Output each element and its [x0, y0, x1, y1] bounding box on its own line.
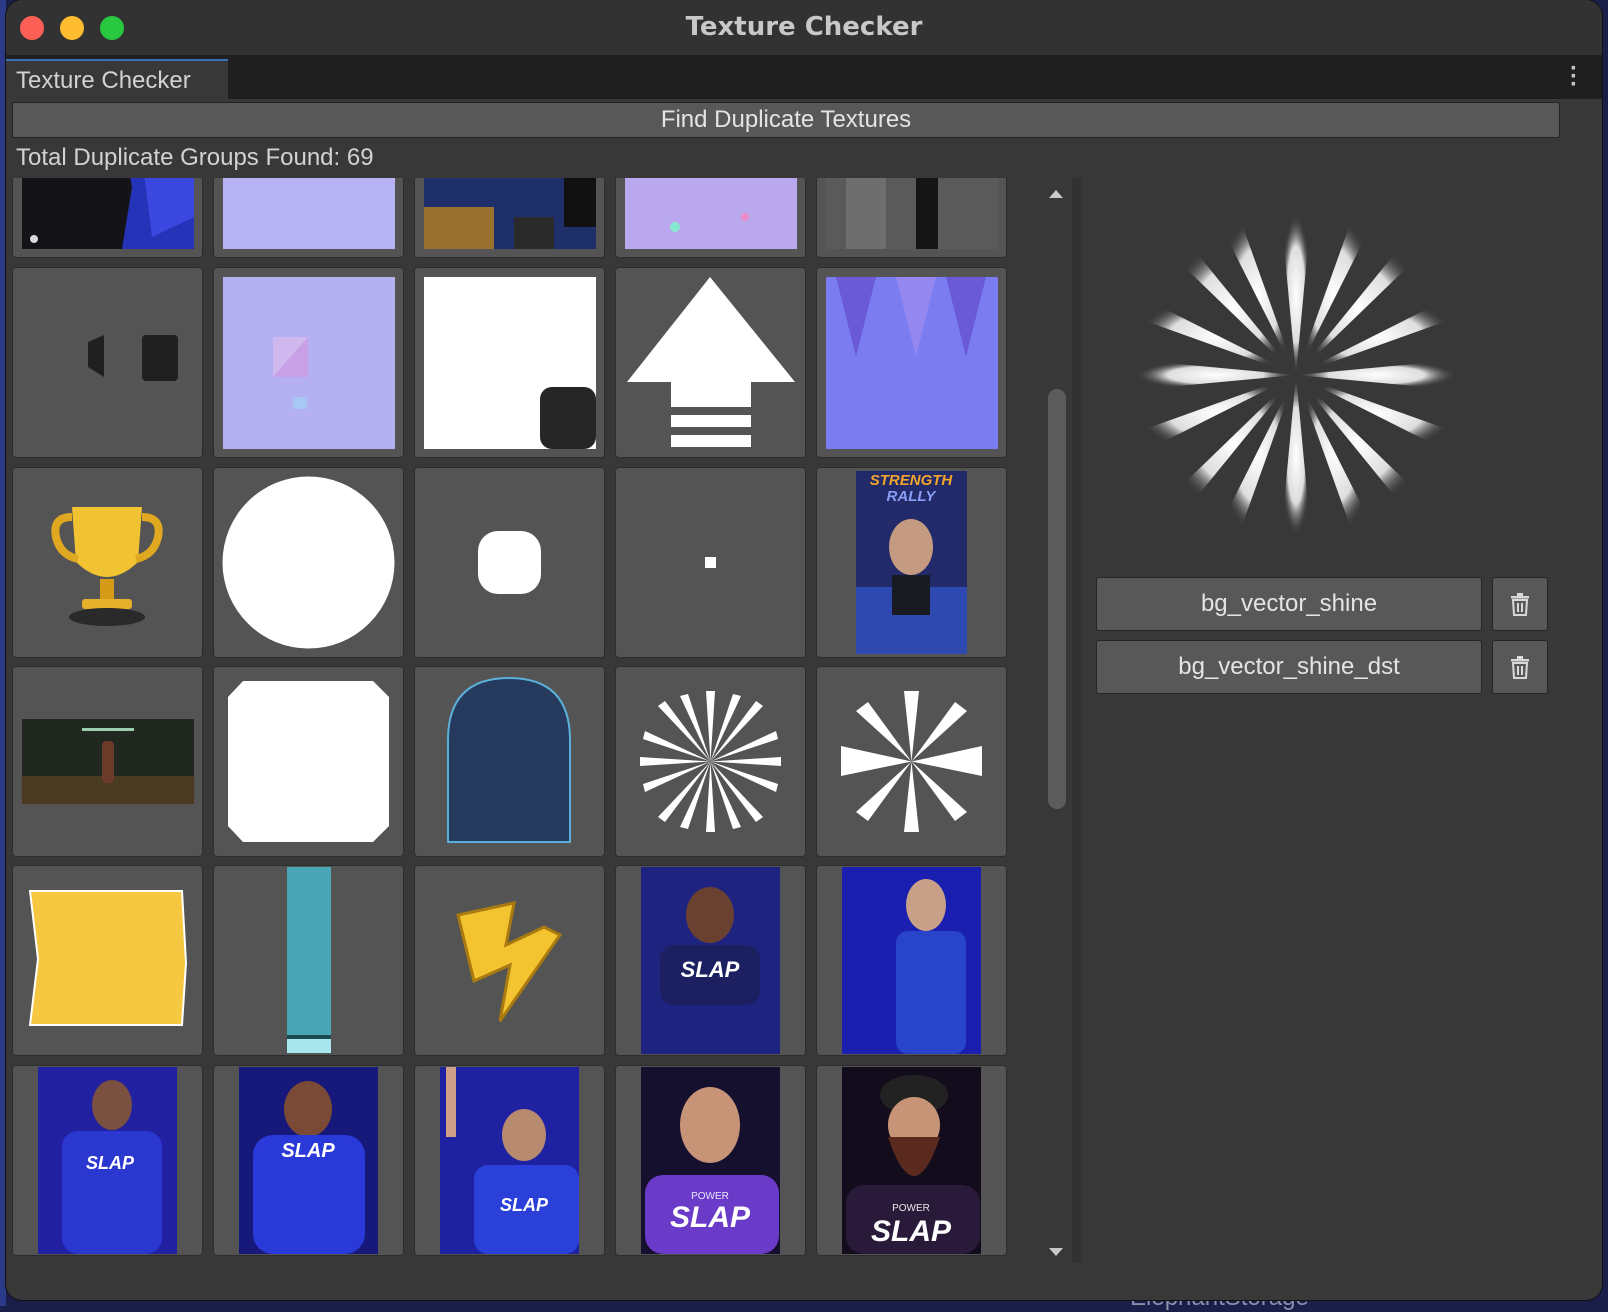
grid-cell[interactable]	[12, 267, 203, 458]
more-options-icon[interactable]: · · ·	[1570, 57, 1578, 97]
strength-rally-thumbnail: STRENGTH RALLY	[856, 471, 967, 654]
white-square-thumbnail	[424, 277, 596, 449]
svg-text:SLAP: SLAP	[681, 957, 740, 982]
dot-thumbnail	[705, 557, 716, 568]
athlete-photo-thumbnail	[842, 867, 981, 1054]
gym-room-thumbnail	[22, 719, 194, 804]
grid-cell[interactable]	[414, 467, 605, 658]
lightning-icon-thumbnail	[456, 901, 563, 1022]
grid-cell[interactable]	[816, 865, 1007, 1056]
athlete-photo-thumbnail: SLAP	[38, 1067, 177, 1254]
grid-cell[interactable]	[414, 178, 605, 258]
athlete-photo-thumbnail: SLAP	[641, 867, 780, 1054]
duplicate-count-label: Total Duplicate Groups Found: 69	[16, 144, 374, 171]
svg-text:POWER: POWER	[892, 1203, 930, 1214]
white-octagon-thumbnail	[228, 681, 389, 842]
svg-text:RALLY: RALLY	[887, 488, 938, 505]
svg-text:SLAP: SLAP	[86, 1153, 135, 1173]
white-circle-thumbnail	[222, 476, 395, 649]
yellow-banner-thumbnail	[28, 890, 188, 1026]
grid-cell[interactable]	[414, 666, 605, 857]
grid-cell[interactable]	[615, 267, 806, 458]
svg-text:SLAP: SLAP	[670, 1201, 751, 1234]
tab-bar: Texture Checker · · ·	[6, 55, 1602, 99]
normal-map-pattern-thumbnail	[223, 277, 395, 449]
grid-cell[interactable]: SLAP	[414, 1065, 605, 1256]
title-bar: Texture Checker	[6, 0, 1602, 55]
teal-bar-thumbnail	[287, 867, 331, 1053]
svg-text:SLAP: SLAP	[500, 1195, 549, 1215]
athlete-photo-thumbnail: SLAP	[440, 1067, 579, 1254]
athlete-photo-thumbnail: SLAP	[239, 1067, 378, 1254]
grid-cell[interactable]	[615, 666, 806, 857]
grid-cell[interactable]	[213, 267, 404, 458]
svg-text:SLAP: SLAP	[281, 1140, 335, 1162]
grid-cell[interactable]	[213, 666, 404, 857]
trash-icon	[1511, 656, 1529, 679]
panel-divider[interactable]	[1072, 178, 1082, 1263]
grid-cell[interactable]	[816, 178, 1007, 258]
grid-cell[interactable]	[615, 467, 806, 658]
grid-cell[interactable]	[12, 178, 203, 258]
jersey-texture-thumbnail	[22, 178, 194, 249]
grid-cell[interactable]	[12, 865, 203, 1056]
grid-cell[interactable]	[12, 666, 203, 857]
main-content: Find Duplicate Textures Total Duplicate …	[6, 99, 1602, 1300]
grey-metal-thumbnail	[826, 178, 998, 249]
grid-cell[interactable]: POWER SLAP	[816, 1065, 1007, 1256]
shine-burst-thumbnail	[640, 691, 781, 832]
shine-star-thumbnail	[841, 691, 982, 832]
window-title: Texture Checker	[685, 12, 923, 42]
normal-map-noise-thumbnail	[625, 178, 797, 249]
grid-cell[interactable]	[213, 178, 404, 258]
grid-cell[interactable]	[816, 666, 1007, 857]
grid-cell[interactable]	[213, 467, 404, 658]
scroll-up-arrow-icon[interactable]	[1049, 190, 1063, 198]
arch-shape-thumbnail	[447, 676, 571, 843]
rounded-square-thumbnail	[478, 531, 541, 594]
delete-texture-button[interactable]	[1492, 640, 1548, 694]
normal-map-shirt-thumbnail	[826, 277, 998, 449]
grid-cell[interactable]	[414, 267, 605, 458]
texture-checker-window: Texture Checker Texture Checker · · · Find…	[6, 0, 1602, 1300]
tab-texture-checker[interactable]: Texture Checker	[6, 59, 228, 99]
delete-texture-button[interactable]	[1492, 577, 1548, 631]
grid-cell[interactable]: SLAP	[12, 1065, 203, 1256]
grid-cell[interactable]	[213, 865, 404, 1056]
grid-cell[interactable]	[12, 467, 203, 658]
dark-blob-thumbnail	[88, 335, 178, 381]
athlete-photo-thumbnail: POWER SLAP	[641, 1067, 780, 1254]
bg-vector-shine-preview	[1135, 214, 1457, 536]
svg-text:STRENGTH: STRENGTH	[870, 472, 954, 489]
grid-cell[interactable]: POWER SLAP	[615, 1065, 806, 1256]
grid-cell[interactable]: SLAP	[615, 865, 806, 1056]
grid-cell[interactable]: STRENGTH RALLY	[816, 467, 1007, 658]
texture-name-button[interactable]: bg_vector_shine	[1096, 577, 1482, 631]
grid-cell[interactable]	[414, 865, 605, 1056]
scroll-down-arrow-icon[interactable]	[1049, 1248, 1063, 1256]
trophy-thumbnail	[51, 507, 163, 626]
svg-text:SLAP: SLAP	[871, 1215, 952, 1248]
texture-name-button[interactable]: bg_vector_shine_dst	[1096, 640, 1482, 694]
texture-grid: STRENGTH RALLY SLAP SLAP SLAP SLAP POWER…	[12, 178, 1012, 1263]
scrollbar-thumb[interactable]	[1048, 389, 1066, 809]
grid-scrollbar[interactable]	[1046, 184, 1068, 1262]
athlete-photo-thumbnail: POWER SLAP	[842, 1067, 981, 1254]
grid-cell[interactable]	[816, 267, 1007, 458]
normal-map-light-thumbnail	[223, 178, 395, 249]
atlas-map-thumbnail	[424, 178, 596, 249]
grid-cell[interactable]	[615, 178, 806, 258]
arrow-up-thumbnail	[627, 277, 795, 447]
find-duplicates-button[interactable]: Find Duplicate Textures	[12, 102, 1560, 138]
grid-cell[interactable]: SLAP	[213, 1065, 404, 1256]
trash-icon	[1511, 593, 1529, 616]
